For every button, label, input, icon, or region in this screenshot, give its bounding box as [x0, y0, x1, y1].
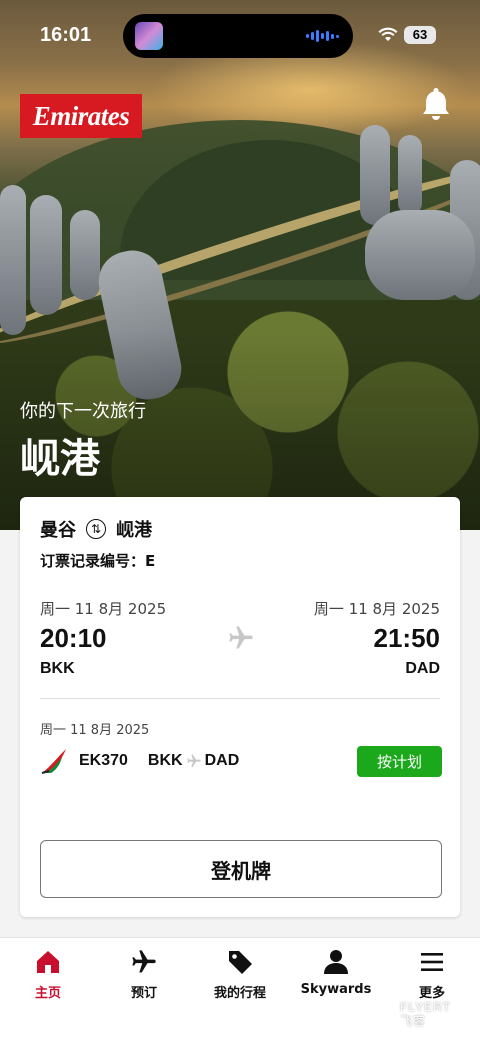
segment-from: BKK [147, 752, 183, 769]
segment-date: 周一 11 8月 2025 [40, 723, 150, 738]
nav-item-more[interactable]: 更多 [384, 948, 480, 1001]
emirates-logo: Emirates [20, 94, 142, 138]
watermark: FLYERT 飞客 [400, 1000, 451, 1028]
nav-label-more: 更多 [418, 986, 445, 1001]
round-trip-icon: ⇅ [86, 519, 106, 539]
flight-number: EK370 [79, 752, 128, 769]
nav-label-skywards: Skywards [300, 982, 372, 997]
departure-time: 20:10 [40, 623, 107, 653]
status-time: 16:01 [40, 24, 92, 46]
trip-card[interactable]: 曼谷 ⇅ 岘港 订票记录编号：E 周一 11 8月 2025 周一 11 8月 … [20, 497, 460, 917]
arrival-date: 周一 11 8月 2025 [313, 600, 440, 618]
segment-route: BKK DAD [148, 752, 239, 770]
flight-segment[interactable]: EK370 BKK DAD 按计划 [40, 745, 442, 777]
next-trip-label: 你的下一次旅行 [20, 401, 146, 422]
nav-item-my-trips[interactable]: 我的行程 [192, 948, 288, 1001]
departure-airport-code: BKK [40, 660, 75, 677]
segment-to: DAD [204, 752, 240, 769]
dynamic-island [123, 14, 353, 58]
battery-indicator: 63 [404, 26, 436, 44]
destination-title: 岘港 [20, 436, 100, 482]
booking-reference: 订票记录编号：E [40, 552, 156, 570]
wifi-icon [378, 27, 398, 41]
now-playing-thumbnail [135, 22, 163, 50]
tag-icon [229, 951, 252, 974]
audio-wave-icon [306, 30, 339, 42]
nav-item-skywards[interactable]: Skywards [288, 948, 384, 997]
boarding-pass-button[interactable]: 登机牌 [40, 840, 442, 898]
menu-icon [421, 953, 443, 971]
destination-city: 岘港 [116, 520, 152, 541]
trip-route: 曼谷 ⇅ 岘港 [40, 516, 152, 542]
home-icon [37, 951, 59, 973]
divider [40, 698, 440, 699]
nav-item-book[interactable]: 预订 [96, 948, 192, 1001]
person-icon [324, 950, 348, 974]
arrival-time: 21:50 [373, 623, 441, 653]
airplane-icon [186, 754, 201, 767]
nav-item-home[interactable]: 主页 [0, 948, 96, 1001]
airplane-icon [132, 950, 156, 973]
nav-label-book: 预订 [130, 986, 157, 1001]
nav-label-home: 主页 [34, 986, 61, 1001]
airplane-icon [229, 626, 253, 649]
arrival-airport-code: DAD [405, 660, 440, 677]
origin-city: 曼谷 [40, 520, 76, 541]
emirates-tail-icon [41, 749, 66, 774]
nav-label-my-trips: 我的行程 [213, 986, 266, 1001]
flight-status-badge: 按计划 [356, 745, 442, 777]
departure-date: 周一 11 8月 2025 [40, 600, 167, 618]
notification-bell-icon[interactable] [420, 86, 452, 122]
